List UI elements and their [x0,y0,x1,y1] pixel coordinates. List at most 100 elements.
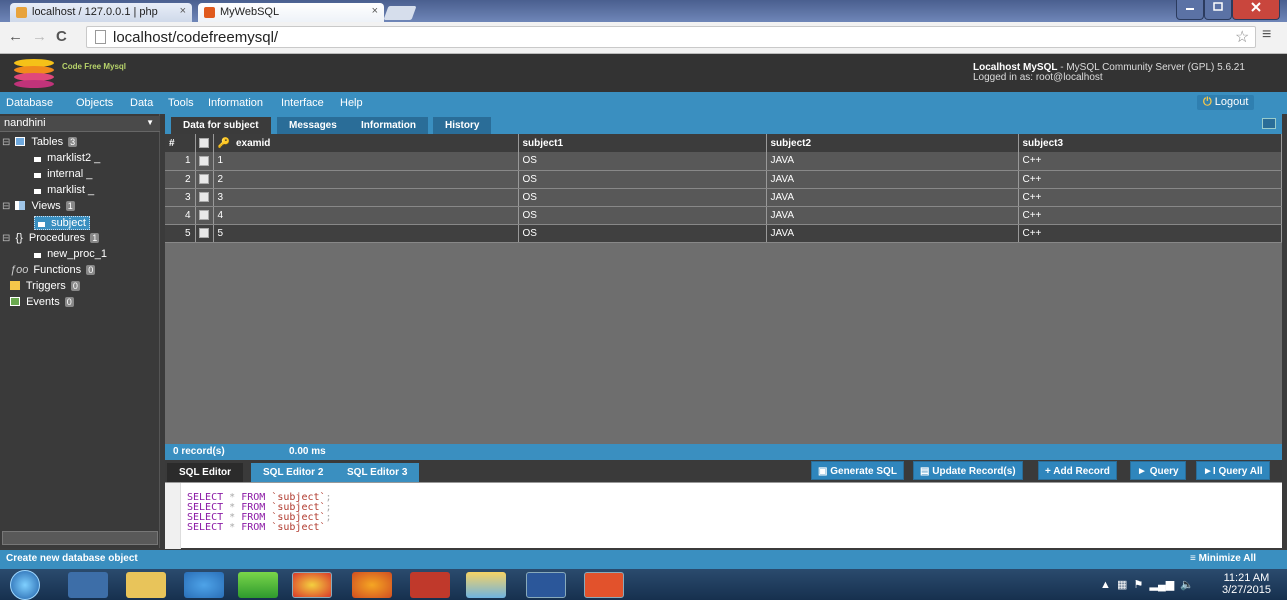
row-checkbox-cell[interactable] [195,188,214,207]
query-button[interactable]: ► Query [1130,461,1186,480]
back-arrow-icon[interactable]: ← [8,28,23,45]
cell-subject1[interactable]: OS [518,188,767,207]
url-bar[interactable]: localhost/codefreemysql/ [86,26,1256,48]
cell-subject2[interactable]: JAVA [766,206,1019,225]
cell-examid[interactable]: 3 [213,188,519,207]
row-checkbox[interactable] [198,173,209,184]
cell-subject2[interactable]: JAVA [766,224,1019,243]
cell-subject3[interactable]: C++ [1018,152,1282,171]
row-checkbox-cell[interactable] [195,152,214,171]
tab-sql-editor-3[interactable]: SQL Editor 3 [335,463,420,482]
sidebar-filter-input[interactable] [2,531,158,545]
tree-functions[interactable]: ƒoo Functions 0 [10,264,96,276]
row-checkbox[interactable] [198,227,209,238]
cell-subject1[interactable]: OS [518,152,767,171]
tree-table-item[interactable]: marklist _ [34,184,94,196]
cell-subject3[interactable]: C++ [1018,188,1282,207]
menu-tools[interactable]: Tools [168,97,194,109]
database-select[interactable]: nandhini ▼ [0,116,160,132]
cell-examid[interactable]: 1 [213,152,519,171]
table-row[interactable]: 3 3 OS JAVA C++ [165,188,1282,207]
cell-subject1[interactable]: OS [518,170,767,189]
logout-button[interactable]: ⏻ Logout [1197,95,1255,110]
close-tab-icon[interactable]: × [372,5,378,17]
tree-procedures[interactable]: ⊟ {} Procedures 1 [2,232,100,244]
row-checkbox-cell[interactable] [195,206,214,225]
close-tab-icon[interactable]: × [180,5,186,17]
browser-tab-mywebsql[interactable]: MyWebSQL × [198,3,384,22]
folder-taskbar-icon[interactable] [466,572,506,598]
row-checkbox[interactable] [198,209,209,220]
xampp-taskbar-icon[interactable] [584,572,624,598]
cell-subject3[interactable]: C++ [1018,170,1282,189]
tab-messages[interactable]: Messages [277,117,349,134]
tab-history[interactable]: History [433,117,492,134]
file-explorer-taskbar-icon[interactable] [126,572,166,598]
table-row[interactable]: 5 5 OS JAVA C++ [165,224,1282,243]
row-checkbox-cell[interactable] [195,170,214,189]
maximize-window-button[interactable] [1204,0,1232,20]
url-text[interactable]: localhost/codefreemysql/ [113,29,278,46]
chrome-taskbar-icon[interactable] [292,572,332,598]
column-header-examid[interactable]: 🔑 examid [213,134,519,152]
menu-information[interactable]: Information [208,97,263,109]
reload-icon[interactable]: C [56,28,67,45]
menu-data[interactable]: Data [130,97,153,109]
add-record-button[interactable]: + Add Record [1038,461,1117,480]
update-records-button[interactable]: ▤ Update Record(s) [913,461,1023,480]
android-studio-taskbar-icon[interactable] [238,572,278,598]
sql-editor[interactable]: SELECT * FROM `subject`; SELECT * FROM `… [165,482,1282,549]
cell-examid[interactable]: 2 [213,170,519,189]
row-checkbox-cell[interactable] [195,224,214,243]
menu-objects[interactable]: Objects [76,97,113,109]
cell-subject1[interactable]: OS [518,224,767,243]
menu-database[interactable]: Database [6,97,53,109]
collapse-icon[interactable]: ⊟ [2,201,10,212]
bookmark-star-icon[interactable]: ☆ [1235,27,1249,47]
row-checkbox[interactable] [198,155,209,166]
cell-subject2[interactable]: JAVA [766,152,1019,171]
tree-tables[interactable]: ⊟ Tables 3 [2,136,78,148]
sql-code[interactable]: SELECT * FROM `subject`; SELECT * FROM `… [187,493,332,533]
menu-help[interactable]: Help [340,97,363,109]
row-checkbox[interactable] [198,191,209,202]
new-tab-button[interactable] [383,6,417,20]
word-taskbar-icon[interactable] [526,572,566,598]
cell-subject1[interactable]: OS [518,206,767,225]
table-row[interactable]: 1 1 OS JAVA C++ [165,152,1282,171]
cell-examid[interactable]: 5 [213,224,519,243]
browser-tab-phpmyadmin[interactable]: localhost / 127.0.0.1 | php × [10,3,192,22]
tree-view-subject[interactable]: subject [34,216,90,230]
browser-menu-icon[interactable]: ≡ [1262,26,1271,44]
tab-data-for-subject[interactable]: Data for subject [171,117,271,134]
chrome-canary-taskbar-icon[interactable] [184,572,224,598]
tree-table-item[interactable]: marklist2 _ [34,152,100,164]
start-button[interactable] [10,570,40,600]
menu-interface[interactable]: Interface [281,97,324,109]
tab-information[interactable]: Information [349,117,428,134]
collapse-icon[interactable]: ⊟ [2,233,10,244]
table-row[interactable]: 2 2 OS JAVA C++ [165,170,1282,189]
cell-examid[interactable]: 4 [213,206,519,225]
minimize-all-button[interactable]: ≡ Minimize All [1190,553,1256,564]
column-header-subject2[interactable]: subject2 [766,134,1019,152]
cell-subject2[interactable]: JAVA [766,170,1019,189]
collapse-icon[interactable]: ⊟ [2,137,10,148]
table-row[interactable]: 4 4 OS JAVA C++ [165,206,1282,225]
system-tray[interactable]: ▲ ▦ ⚑ ▂▄▆ 🔈 [1100,578,1194,591]
create-object-link[interactable]: Create new database object [6,553,138,564]
tab-sql-editor-2[interactable]: SQL Editor 2 [251,463,336,482]
cell-subject3[interactable]: C++ [1018,224,1282,243]
tree-events[interactable]: Events 0 [10,296,74,308]
forward-arrow-icon[interactable]: → [32,28,47,45]
computer-taskbar-icon[interactable] [68,572,108,598]
column-header-rownum[interactable]: # [165,134,196,152]
column-header-subject1[interactable]: subject1 [518,134,767,152]
generate-sql-button[interactable]: ▣ Generate SQL [811,461,904,480]
firefox-taskbar-icon[interactable] [352,572,392,598]
acrobat-taskbar-icon[interactable] [410,572,450,598]
query-all-button[interactable]: ►I Query All [1196,461,1270,480]
tab-sql-editor[interactable]: SQL Editor [167,463,244,482]
select-all-checkbox[interactable] [198,137,209,148]
tree-procedure-item[interactable]: new_proc_1 [34,248,107,260]
